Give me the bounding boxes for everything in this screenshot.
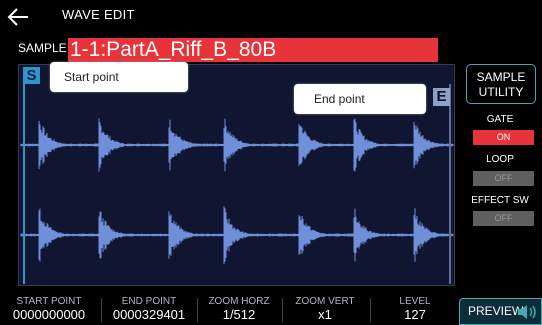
sample-utility-label-1: SAMPLE <box>476 70 526 84</box>
end-point-param-label: END POINT <box>121 296 177 307</box>
gate-toggle[interactable]: ON <box>473 130 534 145</box>
waveform-channel-right <box>20 205 454 265</box>
start-point-marker[interactable]: S <box>23 67 40 84</box>
preview-label: PREVIEW <box>468 304 524 318</box>
level-param[interactable]: LEVEL 127 <box>376 296 454 325</box>
sample-row: SAMPLE 1-1:PartA_Riff_B_80B <box>0 36 542 62</box>
start-point-param-value: 0000000000 <box>12 307 86 322</box>
loop-label: LOOP <box>486 154 514 165</box>
end-point-param[interactable]: END POINT 0000329401 <box>104 296 194 325</box>
end-point-marker[interactable]: E <box>433 88 450 106</box>
end-point-param-value: 0000329401 <box>112 307 186 322</box>
end-point-line[interactable] <box>449 84 451 284</box>
effect-sw-label: EFFECT SW <box>471 195 529 206</box>
level-param-label: LEVEL <box>399 296 431 307</box>
divider <box>282 298 283 322</box>
speaker-icon <box>518 305 536 319</box>
zoom-horz-param-value: 1/512 <box>222 307 256 322</box>
divider <box>370 298 371 322</box>
end-point-tooltip: End point <box>294 84 426 114</box>
back-arrow-icon <box>7 8 28 26</box>
level-param-value: 127 <box>404 307 426 322</box>
zoom-vert-param-value: x1 <box>318 307 332 322</box>
zoom-horz-param-label: ZOOM HORZ <box>208 296 270 307</box>
divider <box>101 298 102 322</box>
start-point-tooltip: Start point <box>50 62 188 92</box>
zoom-horz-param[interactable]: ZOOM HORZ 1/512 <box>200 296 278 325</box>
waveform-channel-left <box>20 118 454 172</box>
back-button[interactable] <box>4 4 38 30</box>
divider <box>197 298 198 322</box>
zoom-vert-param[interactable]: ZOOM VERT x1 <box>286 296 364 325</box>
sample-label: SAMPLE <box>18 41 67 55</box>
sample-utility-label-2: UTILITY <box>478 85 524 99</box>
gate-label: GATE <box>486 114 514 125</box>
preview-button[interactable]: PREVIEW <box>459 298 542 325</box>
effect-sw-toggle[interactable]: OFF <box>473 211 534 226</box>
page-title: WAVE EDIT <box>62 7 135 22</box>
zoom-vert-param-label: ZOOM VERT <box>295 296 355 307</box>
loop-toggle[interactable]: OFF <box>473 171 534 186</box>
sample-name-field[interactable]: 1-1:PartA_Riff_B_80B <box>68 38 438 62</box>
start-point-line[interactable] <box>23 84 25 284</box>
top-bar: WAVE EDIT <box>0 0 542 33</box>
start-point-param[interactable]: START POINT 0000000000 <box>0 296 98 325</box>
start-point-param-label: START POINT <box>16 296 82 307</box>
sample-utility-button[interactable]: SAMPLE UTILITY <box>466 64 536 104</box>
